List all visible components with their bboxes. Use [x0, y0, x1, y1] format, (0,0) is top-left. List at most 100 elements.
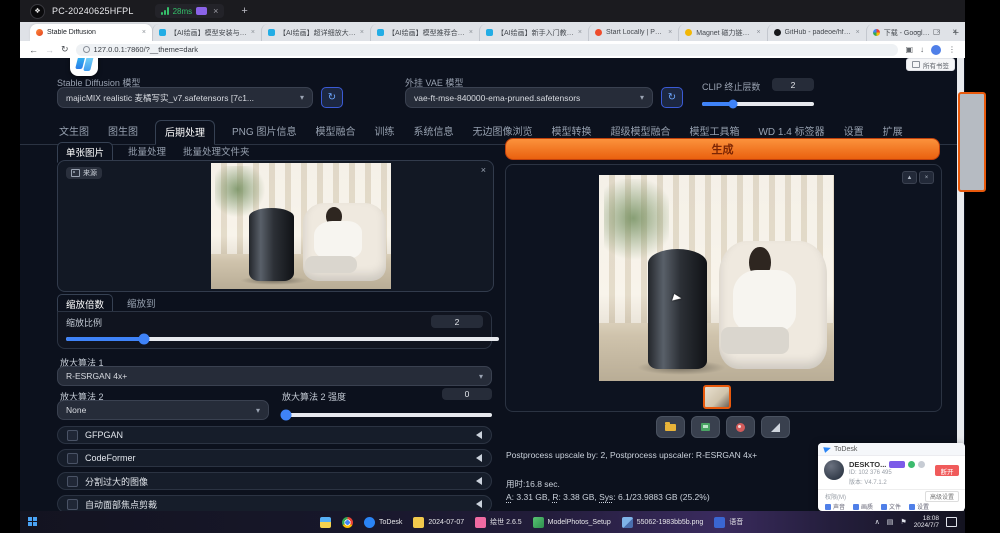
browser-tab[interactable]: 【AI绘画】新手入门教程_哔哩哔哩 × [479, 24, 588, 41]
tab-close-icon[interactable]: × [251, 29, 255, 36]
minimize-button[interactable]: ─ [915, 27, 921, 36]
sound-tool[interactable]: 声音 [825, 502, 845, 511]
extensions-icon[interactable]: ▣ [905, 45, 913, 54]
tab-system-info[interactable]: 系统信息 [411, 120, 455, 144]
browser-tab[interactable]: Magnet 磁力链接下载 × [678, 24, 766, 41]
save-image-button[interactable] [691, 416, 720, 438]
upscaler1-dropdown[interactable]: R-ESRGAN 4x+ ▾ [57, 366, 492, 386]
browser-tab[interactable]: 【AI绘画】模型安装与使用教程_哔哩哔哩 × [152, 24, 261, 41]
source-image-dropzone[interactable]: 来源 × [57, 160, 494, 292]
new-session-button[interactable]: + [241, 5, 247, 17]
upscaler2-visibility-slider[interactable] [282, 413, 492, 417]
tray-icon[interactable]: ▤ [887, 518, 894, 526]
all-bookmarks-chip[interactable]: 所有书签 [906, 58, 955, 71]
result-image[interactable] [599, 175, 834, 381]
clear-source-image-icon[interactable]: × [481, 165, 486, 175]
accordion-split-oversized[interactable]: 分割过大的图像 [57, 472, 492, 490]
quality-tool[interactable]: 画质 [853, 502, 873, 511]
source-image[interactable] [211, 163, 391, 289]
taskbar-setup[interactable]: ModelPhotos_Setup [533, 517, 611, 528]
tab-train[interactable]: 训练 [372, 120, 396, 144]
tab-close-icon[interactable]: × [142, 29, 146, 36]
model-dropdown[interactable]: majicMIX realistic 麦橘写实_v7.safetensors [… [57, 87, 313, 108]
close-session-icon[interactable]: × [213, 6, 218, 16]
start-button[interactable] [28, 517, 38, 527]
maximize-button[interactable]: ▢ [933, 27, 941, 36]
refresh-vae-button[interactable]: ↻ [661, 87, 683, 108]
tab-close-icon[interactable]: × [578, 29, 582, 36]
chevron-down-icon: ▾ [256, 406, 260, 415]
tab-txt2img[interactable]: 文生图 [57, 120, 91, 144]
browser-tab[interactable]: 【AI绘画】模型推荐合集_哔哩哔哩 × [370, 24, 479, 41]
taskbar-launcher[interactable]: 绘世 2.6.5 [475, 517, 522, 528]
close-window-button[interactable]: × [952, 27, 957, 36]
advanced-settings-button[interactable]: 高级设置 [925, 491, 959, 502]
send-to-extras-button[interactable] [761, 416, 790, 438]
remote-session-tab[interactable]: 28ms × [155, 4, 225, 18]
close-gallery-icon[interactable]: × [919, 171, 934, 184]
settings-tool[interactable]: 设置 [909, 502, 929, 511]
refresh-icon[interactable]: ↻ [61, 44, 69, 55]
back-icon[interactable]: ← [29, 45, 38, 55]
profile-avatar[interactable] [931, 45, 941, 55]
disconnect-button[interactable]: 断开 [935, 465, 959, 476]
split-oversized-checkbox[interactable] [67, 476, 78, 487]
notification-center-icon[interactable] [946, 517, 957, 527]
taskbar-todesk[interactable]: ToDesk [364, 517, 402, 528]
codeformer-checkbox[interactable] [67, 453, 78, 464]
tray-expand-icon[interactable]: ∧ [875, 518, 880, 526]
tab-close-icon[interactable]: × [469, 29, 473, 36]
tab-close-icon[interactable]: × [856, 29, 860, 36]
scale-slider[interactable] [66, 337, 499, 341]
clip-skip-value[interactable]: 2 [772, 78, 814, 91]
tab-close-icon[interactable]: × [668, 29, 672, 36]
generate-button[interactable]: 生成 [505, 138, 940, 160]
browser-tab[interactable]: Start Locally | PyTorch × [588, 24, 678, 41]
tray-flag-icon[interactable]: ⚑ [900, 518, 906, 526]
vae-dropdown[interactable]: vae-ft-mse-840000-ema-pruned.safetensors… [405, 87, 653, 108]
gear-icon [909, 504, 915, 510]
gfpgan-checkbox[interactable] [67, 430, 78, 441]
tab-close-icon[interactable]: × [756, 29, 760, 36]
result-thumbnail[interactable] [703, 385, 731, 409]
browser-tab[interactable]: 【AI绘画】超详细放大教程_哔哩哔哩 × [261, 24, 370, 41]
tab-close-icon[interactable]: × [360, 29, 364, 36]
result-gallery: ▲ × [505, 164, 942, 412]
download-icon[interactable]: ↓ [920, 45, 924, 54]
taskbar-voice[interactable]: 语音 [714, 517, 743, 528]
tab-png-info[interactable]: PNG 图片信息 [230, 120, 298, 144]
url-text: 127.0.0.1:7860/?__theme=dark [94, 45, 198, 54]
accordion-codeformer[interactable]: CodeFormer [57, 449, 492, 467]
voice-call-icon[interactable] [908, 461, 915, 468]
upscaler2-visibility-value[interactable]: 0 [442, 388, 492, 400]
accordion-gfpgan[interactable]: GFPGAN [57, 426, 492, 444]
clip-skip-label: CLIP 终止层数 [702, 80, 760, 93]
browser-tab[interactable]: GitHub - padeoe/hf-mirror × [767, 24, 866, 41]
image-icon [71, 169, 80, 177]
site-info-icon[interactable] [83, 46, 90, 53]
taskbar-folder[interactable]: 2024-07-07 [413, 517, 464, 528]
taskbar-clock[interactable]: 18:08 2024/7/7 [914, 515, 939, 530]
tab-checkpoint-merger[interactable]: 模型融合 [313, 120, 357, 144]
address-bar[interactable]: 127.0.0.1:7860/?__theme=dark [76, 44, 899, 56]
scale-label: 缩放比例 [66, 316, 102, 329]
taskbar-explorer[interactable] [320, 517, 331, 528]
file-tool[interactable]: 文件 [881, 502, 901, 511]
scale-value[interactable]: 2 [431, 315, 483, 328]
open-folder-button[interactable] [656, 416, 685, 438]
todesk-avatar [824, 460, 844, 480]
taskbar-image-file[interactable]: 55062-1983bb5b.png [622, 517, 704, 528]
scrollbar-thumb[interactable] [958, 92, 986, 192]
fullscreen-icon[interactable]: ▲ [902, 171, 917, 184]
upscaler2-dropdown[interactable]: None ▾ [57, 400, 269, 420]
tab-img2img[interactable]: 图生图 [106, 120, 140, 144]
mic-icon[interactable] [918, 461, 925, 468]
send-to-img2img-button[interactable] [726, 416, 755, 438]
auto-face-crop-checkbox[interactable] [67, 499, 78, 510]
taskbar-chrome[interactable] [342, 517, 353, 528]
browser-menu-icon[interactable]: ⋮ [948, 45, 956, 54]
refresh-model-button[interactable]: ↻ [321, 87, 343, 108]
todesk-titlebar[interactable]: ToDesk [818, 443, 965, 456]
browser-tab-active[interactable]: Stable Diffusion × [30, 24, 152, 41]
clip-skip-slider[interactable] [702, 102, 814, 106]
